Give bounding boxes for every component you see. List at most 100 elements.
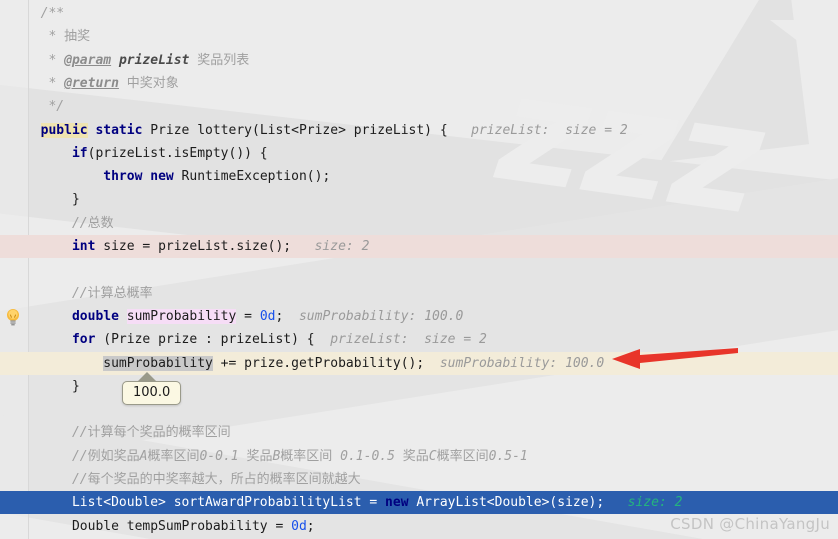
code-editor-screenshot: zzz /** * 抽奖 * @param prizeList 奖品列表 * @… — [0, 0, 838, 539]
token-cjk-c: 概率区间 — [280, 448, 333, 464]
token-kw: throw new — [103, 169, 174, 185]
token-plain: Prize lottery(List<Prize> prizeList) { — [142, 122, 448, 138]
token-cjk-c: 奖品 — [402, 448, 429, 464]
token-cjk-c: 计算总概率 — [87, 285, 153, 301]
token-cmt — [111, 53, 119, 68]
code-line[interactable]: public static Prize lottery(List<Prize> … — [0, 119, 838, 142]
debug-value-tooltip[interactable]: 100.0 — [122, 380, 182, 405]
token-kw: static — [95, 122, 143, 138]
code-line[interactable]: //计算每个奖品的概率区间 — [0, 421, 838, 444]
code-line-text: } — [0, 188, 80, 211]
code-line[interactable]: * 抽奖 — [0, 25, 838, 48]
token-kw: double — [71, 308, 119, 324]
token-plain: ; — [306, 518, 315, 534]
code-line-text: /** — [0, 2, 64, 25]
token-cmt: /** — [40, 6, 65, 21]
code-line[interactable]: } — [0, 188, 838, 211]
code-line[interactable]: * @param prizeList 奖品列表 — [0, 49, 838, 72]
token-tag: @return — [64, 75, 119, 91]
token-plain: += prize.getProbability(); — [212, 355, 425, 371]
code-line-text: int size = prizeList.size(); size: 2 — [0, 235, 369, 258]
token-tagp: prizeList — [118, 52, 190, 68]
token-cmt: */ — [48, 99, 65, 115]
token-kw: if — [71, 145, 88, 161]
code-line[interactable]: * @return 中奖对象 — [0, 72, 838, 95]
gutter-line-highlight — [0, 235, 28, 258]
code-line-text: //例如奖品A概率区间0-0.1 奖品B概率区间 0.1-0.5 奖品C概率区间… — [0, 445, 528, 468]
code-line[interactable]: if(prizeList.isEmpty()) { — [0, 142, 838, 165]
token-cmt: // — [71, 472, 88, 487]
code-line[interactable]: //每个奖品的中奖率越大，所占的概率区间就越大 — [0, 468, 838, 491]
token-cmt — [119, 76, 127, 91]
code-line[interactable]: //例如奖品A概率区间0-0.1 奖品B概率区间 0.1-0.5 奖品C概率区间… — [0, 445, 838, 468]
gutter-line-highlight — [0, 351, 28, 375]
token-kw-w: new — [385, 495, 409, 511]
token-cmt: // — [71, 425, 88, 441]
token-cmt: 0.1-0.5 — [332, 448, 403, 464]
code-area[interactable]: /** * 抽奖 * @param prizeList 奖品列表 * @retu… — [0, 0, 838, 539]
code-line-text: sumProbability += prize.getProbability()… — [0, 352, 604, 375]
code-line[interactable]: List<Double> sortAwardProbabilityList = … — [0, 491, 838, 515]
token-plain: (Prize prize : prizeList) { — [95, 332, 315, 348]
token-kw-sel: public — [40, 122, 88, 138]
code-line-text: //计算总概率 — [0, 282, 153, 305]
token-kw: int — [71, 239, 96, 254]
code-line[interactable]: throw new RuntimeException(); — [0, 165, 838, 188]
token-dbg: prizeList: size = 2 — [447, 122, 628, 138]
code-line[interactable]: double sumProbability = 0d; sumProbabili… — [0, 305, 838, 328]
code-line[interactable]: //计算总概率 — [0, 282, 838, 305]
token-cjk-c: 每个奖品的中奖率越大，所占的概率区间就越大 — [87, 472, 361, 487]
code-line[interactable] — [0, 258, 838, 281]
token-plain: = — [236, 308, 260, 324]
code-line-text: * @param prizeList 奖品列表 — [0, 49, 249, 72]
token-tag: @param — [64, 52, 112, 68]
token-num: 0d — [291, 518, 307, 534]
code-line-text: } — [0, 375, 80, 398]
token-plain: ArrayList<Double>(size); — [408, 495, 605, 511]
code-line-text: //每个奖品的中奖率越大，所占的概率区间就越大 — [0, 468, 361, 491]
gutter-line-highlight — [0, 491, 28, 515]
token-gray: sumProbability — [103, 355, 213, 371]
code-line-text: Double tempSumProbability = 0d; — [0, 515, 315, 538]
token-dbg: sumProbability: 100.0 — [424, 355, 605, 371]
token-cmt: C — [428, 448, 437, 464]
token-cmt: 0.5-1 — [488, 448, 528, 464]
token-cjk-c: 奖品 — [246, 448, 273, 464]
code-line-text: if(prizeList.isEmpty()) { — [0, 142, 268, 165]
code-line[interactable]: //总数 — [0, 212, 838, 235]
code-line[interactable]: */ — [0, 95, 838, 118]
code-line-text: * @return 中奖对象 — [0, 72, 179, 95]
code-line-text: throw new RuntimeException(); — [0, 165, 330, 188]
code-line-text: */ — [0, 95, 64, 118]
token-dbg-sel: size: 2 — [604, 495, 683, 511]
lightbulb-intention-icon[interactable] — [4, 308, 22, 326]
token-cjk-c: 奖品列表 — [197, 52, 250, 68]
code-line-text: List<Double> sortAwardProbabilityList = … — [0, 491, 683, 514]
code-line-text: * 抽奖 — [0, 25, 90, 48]
red-pointer-arrow — [612, 346, 738, 376]
token-cjk-c: 概率区间 — [436, 448, 489, 464]
token-cmt: // — [71, 285, 88, 301]
token-dbg: size: 2 — [291, 239, 370, 254]
token-num: 0d — [259, 308, 276, 324]
token-kw: for — [71, 332, 96, 348]
code-line-text: double sumProbability = 0d; sumProbabili… — [0, 305, 463, 328]
code-line[interactable]: int size = prizeList.size(); size: 2 — [0, 235, 838, 258]
token-cmt: 0-0.1 — [199, 448, 247, 464]
code-line-text: for (Prize prize : prizeList) { prizeLis… — [0, 328, 487, 351]
token-plain: size = prizeList.size(); — [95, 239, 292, 254]
token-cjk-c: 概率区间 — [147, 448, 200, 464]
tooltip-pointer — [138, 371, 156, 381]
token-plain: } — [71, 378, 80, 394]
token-cjk-c: 总数 — [87, 215, 114, 231]
csdn-watermark: CSDN @ChinaYangJu — [670, 515, 830, 533]
token-cmt: * — [48, 75, 65, 91]
token-cjk-c: 中奖对象 — [126, 75, 179, 91]
token-plain: RuntimeException(); — [173, 169, 331, 185]
code-line-text: public static Prize lottery(List<Prize> … — [0, 119, 628, 142]
token-dbg: sumProbability: 100.0 — [283, 308, 464, 324]
code-line-text: //计算每个奖品的概率区间 — [0, 421, 231, 444]
code-line[interactable]: /** — [0, 2, 838, 25]
token-cjk-c: 计算每个奖品的概率区间 — [87, 425, 231, 441]
